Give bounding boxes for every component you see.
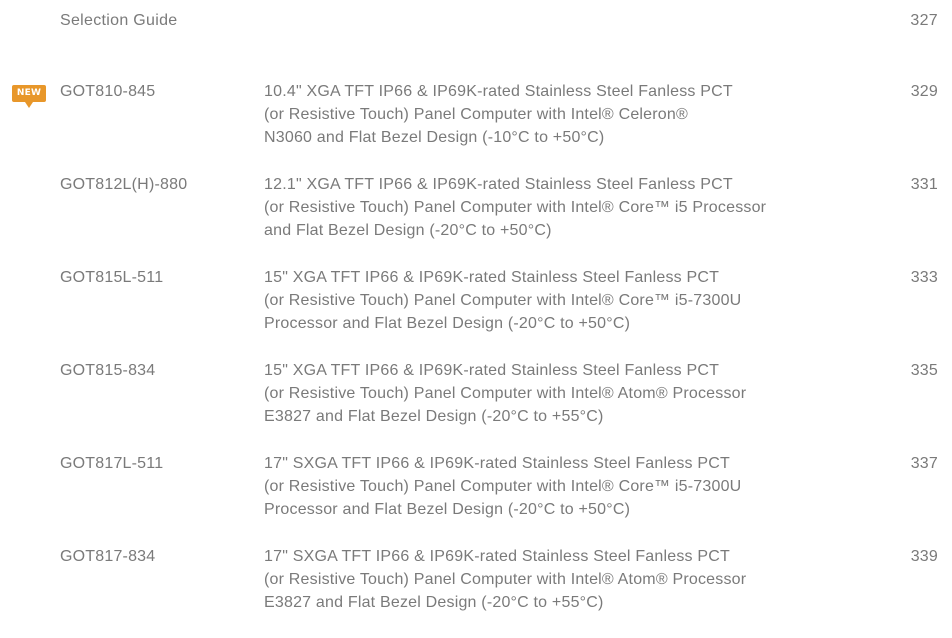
product-page-number: 337 [910, 455, 938, 472]
description-line: N3060 and Flat Bezel Design (-10°C to +5… [264, 129, 605, 146]
description-line: 12.1" XGA TFT IP66 & IP69K-rated Stainle… [264, 176, 733, 193]
product-page-number: 329 [910, 83, 938, 100]
selection-guide-title[interactable]: Selection Guide [60, 8, 177, 34]
product-model[interactable]: GOT810-845 [60, 80, 250, 103]
description-line: and Flat Bezel Design (-20°C to +50°C) [264, 222, 552, 239]
catalog-page: Selection Guide 327 NEW GOT810-845 10.4"… [0, 0, 952, 630]
product-model[interactable]: GOT817-834 [60, 545, 250, 568]
product-description: 15" XGA TFT IP66 & IP69K-rated Stainless… [264, 359, 904, 428]
description-line: 15" XGA TFT IP66 & IP69K-rated Stainless… [264, 362, 720, 379]
description-line: E3827 and Flat Bezel Design (-20°C to +5… [264, 594, 604, 611]
new-badge: NEW [12, 85, 46, 108]
product-description: 12.1" XGA TFT IP66 & IP69K-rated Stainle… [264, 173, 904, 242]
description-line: (or Resistive Touch) Panel Computer with… [264, 478, 742, 495]
product-description: 10.4" XGA TFT IP66 & IP69K-rated Stainle… [264, 80, 904, 149]
description-line: E3827 and Flat Bezel Design (-20°C to +5… [264, 408, 604, 425]
product-entry[interactable]: GOT812L(H)-880 12.1" XGA TFT IP66 & IP69… [0, 173, 952, 266]
description-line: (or Resistive Touch) Panel Computer with… [264, 571, 747, 588]
description-line: 17" SXGA TFT IP66 & IP69K-rated Stainles… [264, 455, 730, 472]
description-line: (or Resistive Touch) Panel Computer with… [264, 385, 747, 402]
description-line: Processor and Flat Bezel Design (-20°C t… [264, 501, 631, 518]
product-page-number: 339 [910, 548, 938, 565]
description-line: (or Resistive Touch) Panel Computer with… [264, 292, 742, 309]
product-page-number: 331 [910, 176, 938, 193]
product-entry[interactable]: GOT815-834 15" XGA TFT IP66 & IP69K-rate… [0, 359, 952, 452]
product-description: 17" SXGA TFT IP66 & IP69K-rated Stainles… [264, 545, 904, 614]
product-model[interactable]: GOT817L-511 [60, 452, 250, 475]
product-page-number: 333 [910, 269, 938, 286]
product-description: 17" SXGA TFT IP66 & IP69K-rated Stainles… [264, 452, 904, 521]
product-entry[interactable]: GOT817-834 17" SXGA TFT IP66 & IP69K-rat… [0, 545, 952, 638]
selection-guide-row[interactable]: Selection Guide 327 [60, 8, 938, 34]
product-list: NEW GOT810-845 10.4" XGA TFT IP66 & IP69… [0, 80, 952, 638]
product-model[interactable]: GOT815L-511 [60, 266, 250, 289]
description-line: 10.4" XGA TFT IP66 & IP69K-rated Stainle… [264, 83, 733, 100]
description-line: (or Resistive Touch) Panel Computer with… [264, 106, 688, 123]
description-line: 17" SXGA TFT IP66 & IP69K-rated Stainles… [264, 548, 730, 565]
product-entry[interactable]: GOT817L-511 17" SXGA TFT IP66 & IP69K-ra… [0, 452, 952, 545]
product-entry[interactable]: GOT815L-511 15" XGA TFT IP66 & IP69K-rat… [0, 266, 952, 359]
product-entry[interactable]: NEW GOT810-845 10.4" XGA TFT IP66 & IP69… [0, 80, 952, 173]
description-line: (or Resistive Touch) Panel Computer with… [264, 199, 767, 216]
product-page-number: 335 [910, 362, 938, 379]
description-line: Processor and Flat Bezel Design (-20°C t… [264, 315, 631, 332]
selection-guide-page-number: 327 [910, 12, 938, 29]
description-line: 15" XGA TFT IP66 & IP69K-rated Stainless… [264, 269, 720, 286]
product-model[interactable]: GOT812L(H)-880 [60, 173, 250, 196]
product-description: 15" XGA TFT IP66 & IP69K-rated Stainless… [264, 266, 904, 335]
product-model[interactable]: GOT815-834 [60, 359, 250, 382]
